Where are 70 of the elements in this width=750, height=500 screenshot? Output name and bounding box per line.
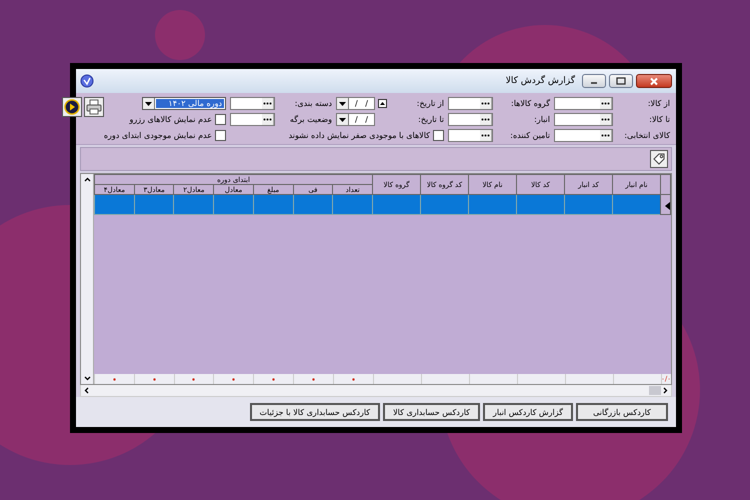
input-field[interactable] (230, 113, 275, 126)
marker-dot-icon (152, 378, 156, 381)
date-field[interactable]: / / (336, 113, 375, 126)
report-button[interactable]: کاردکس حسابداری کالا (383, 403, 480, 421)
scroll-right-icon[interactable] (663, 387, 668, 394)
input-field[interactable] (554, 97, 613, 110)
checkbox[interactable] (433, 130, 444, 141)
input-field[interactable] (448, 97, 493, 110)
input-field[interactable] (230, 97, 275, 110)
maximize-button[interactable] (609, 74, 633, 88)
browse-icon[interactable] (480, 98, 492, 109)
input-field[interactable] (554, 129, 613, 142)
minimize-button[interactable] (582, 74, 606, 88)
window-title: گزارش گردش کالا (506, 76, 575, 86)
printer-button[interactable] (84, 97, 104, 117)
field-label: کالای انتخابی: (623, 131, 670, 140)
close-button[interactable] (636, 74, 672, 88)
checkbox[interactable] (215, 130, 226, 141)
horizontal-scrollbar[interactable] (80, 385, 672, 397)
scroll-down-icon[interactable] (84, 376, 90, 381)
checkbox-label: کالاهای با موجودی صفر نمایش داده نشوند (288, 131, 430, 140)
browse-icon[interactable] (600, 114, 612, 125)
marker-dot-icon (352, 378, 355, 381)
scroll-left-icon[interactable] (84, 387, 89, 394)
app-icon (80, 74, 94, 88)
checkbox[interactable] (215, 114, 226, 125)
field-label: تامین کننده: (509, 131, 550, 140)
date-field[interactable]: / / (336, 97, 375, 110)
browse-icon[interactable] (480, 114, 492, 125)
input-field[interactable] (448, 129, 493, 142)
maximize-icon (616, 77, 626, 85)
field-label: از کالا: (646, 99, 670, 108)
row-header (660, 174, 670, 194)
vertical-scrollbar[interactable] (81, 174, 94, 384)
marker-dot-icon (232, 378, 236, 381)
period-dropdown[interactable]: دوره مالی ۱۴۰۲ (142, 97, 226, 110)
row-pointer-icon (665, 202, 670, 210)
dropdown-icon[interactable] (337, 98, 349, 109)
report-button[interactable]: کاردکس بازرگانی (576, 403, 668, 421)
field-label: دسته بندی: (294, 99, 332, 108)
run-button[interactable] (62, 97, 82, 117)
report-button[interactable]: کاردکس حسابداری کالا با جزئیات (250, 403, 380, 421)
scroll-up-icon[interactable] (84, 177, 90, 182)
spin-up-icon[interactable] (378, 99, 387, 108)
background-circle (155, 10, 205, 60)
marker-dot-icon (312, 378, 315, 381)
tag-button[interactable] (650, 150, 668, 168)
checkbox-label: عدم نمایش موجودی ابتدای دوره (104, 131, 212, 140)
close-icon (649, 76, 659, 86)
dropdown-icon[interactable] (143, 98, 155, 109)
browse-icon[interactable] (600, 98, 612, 109)
field-label: تا کالا: (648, 115, 670, 124)
dropdown-icon[interactable] (337, 114, 349, 125)
marker-dot-icon (192, 378, 196, 381)
input-field[interactable] (554, 113, 613, 126)
scroll-thumb[interactable] (649, 386, 661, 395)
browse-icon[interactable] (262, 98, 274, 109)
marker-dot-icon (112, 378, 116, 381)
browse-icon[interactable] (262, 114, 274, 125)
browse-icon[interactable] (480, 130, 492, 141)
marker-dot-icon (272, 378, 276, 381)
report-button[interactable]: گزارش کاردکس انبار (482, 403, 573, 421)
field-label: انبار: (533, 115, 550, 124)
field-label: تا تاریخ: (417, 115, 444, 124)
field-label: از تاریخ: (416, 99, 444, 108)
field-label: گروه کالاها: (510, 99, 550, 108)
input-field[interactable] (448, 113, 493, 126)
field-label: وضعیت برگه (288, 115, 332, 124)
checkbox-label: عدم نمایش کالاهای رزرو (130, 115, 212, 124)
browse-icon[interactable] (600, 130, 612, 141)
